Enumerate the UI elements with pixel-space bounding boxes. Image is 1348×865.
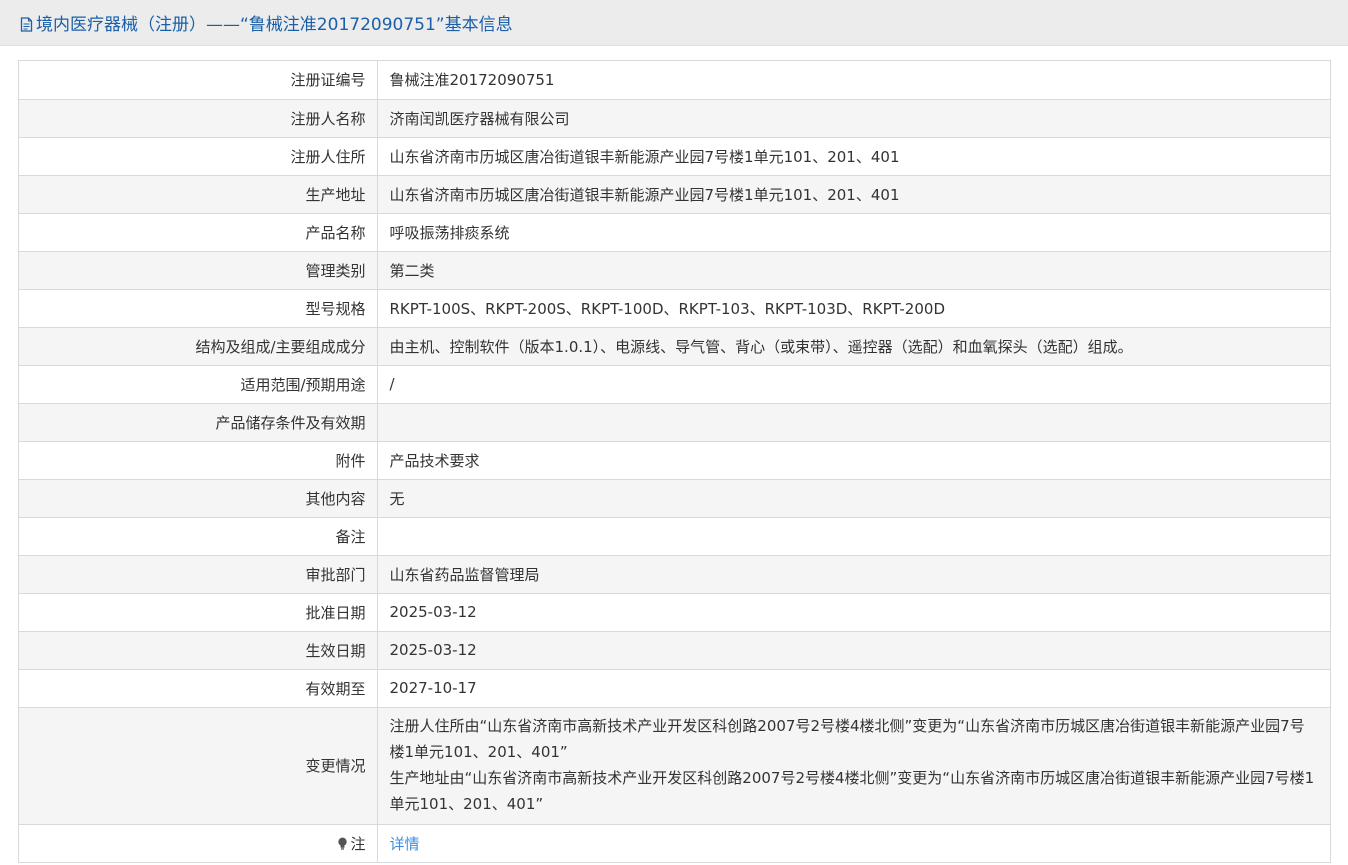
row-label: 产品名称 xyxy=(19,213,378,252)
table-row: 管理类别 第二类 xyxy=(19,251,1330,290)
info-panel: 注册证编号 鲁械注准20172090751 注册人名称 济南闰凯医疗器械有限公司 注… xyxy=(18,60,1331,863)
table-row: 其他内容无 xyxy=(19,479,1330,518)
table-row: 生产地址 山东省济南市历城区唐冶街道银丰新能源产业园7号楼1单元101、201、4… xyxy=(19,175,1330,214)
change-entry-production: 生产地址由“山东省济南市高新技术产业开发区科创路2007号2号楼4楼北侧”变更为… xyxy=(389,768,1315,813)
row-label: 生产地址 xyxy=(19,175,378,214)
note-label-text: 注 xyxy=(350,834,366,853)
row-label: 有效期至 xyxy=(19,669,378,708)
row-label: 型号规格 xyxy=(19,289,378,328)
change-history-label: 变更情况 xyxy=(19,707,378,825)
row-value: 由主机、控制软件（版本1.0.1）、电源线、导气管、背心（或束带）、遥控器（选配… xyxy=(377,327,1330,366)
row-value xyxy=(377,403,1330,442)
row-label: 生效日期 xyxy=(19,631,378,670)
table-row: 批准日期 2025-03-12 xyxy=(19,593,1330,632)
lightbulb-icon xyxy=(338,837,348,850)
row-label: 其他内容 xyxy=(19,479,378,518)
row-value: 2025-03-12 xyxy=(377,593,1330,632)
row-label: 审批部门 xyxy=(19,555,378,594)
change-history-row: 变更情况 注册人住所由“山东省济南市高新技术产业开发区科创路2007号2号楼4楼… xyxy=(19,707,1330,825)
table-row: 附件 产品技术要求 xyxy=(19,441,1330,480)
change-history-value: 注册人住所由“山东省济南市高新技术产业开发区科创路2007号2号楼4楼北侧”变更… xyxy=(377,707,1330,825)
table-row: 产品名称 呼吸振荡排痰系统 xyxy=(19,213,1330,252)
page-title-text: 境内医疗器械（注册）——“鲁械注准20172090751”基本信息 xyxy=(36,15,513,35)
table-row: 注册证编号 鲁械注准20172090751 xyxy=(19,61,1330,100)
info-table: 注册证编号 鲁械注准20172090751 注册人名称 济南闰凯医疗器械有限公司 注… xyxy=(19,61,1330,863)
row-value: 山东省济南市历城区唐冶街道银丰新能源产业园7号楼1单元101、201、401 xyxy=(377,175,1330,214)
row-value: / xyxy=(377,365,1330,404)
row-label: 批准日期 xyxy=(19,593,378,632)
row-value: 2027-10-17 xyxy=(377,669,1330,708)
table-row: 注册人名称 济南闰凯医疗器械有限公司 xyxy=(19,99,1330,138)
table-row: 生效日期 2025-03-12 xyxy=(19,631,1330,670)
row-value: 山东省济南市历城区唐冶街道银丰新能源产业园7号楼1单元101、201、401 xyxy=(377,137,1330,176)
page-header: 境内医疗器械（注册）——“鲁械注准20172090751”基本信息 xyxy=(0,0,1348,46)
row-label: 结构及组成/主要组成成分 xyxy=(19,327,378,366)
table-row: 适用范围/预期用途 / xyxy=(19,365,1330,404)
row-label: 附件 xyxy=(19,441,378,480)
table-row: 注册人住所 山东省济南市历城区唐冶街道银丰新能源产业园7号楼1单元101、201、… xyxy=(19,137,1330,176)
row-label: 产品储存条件及有效期 xyxy=(19,403,378,442)
table-row: 产品储存条件及有效期 xyxy=(19,403,1330,442)
row-label: 注册人住所 xyxy=(19,137,378,176)
table-row: 型号规格 RKPT-100S、RKPT-200S、RKPT-100D、RKPT-1… xyxy=(19,289,1330,328)
row-value: 鲁械注准20172090751 xyxy=(377,61,1330,100)
note-label: 注 xyxy=(19,824,378,863)
table-row: 有效期至 2027-10-17 xyxy=(19,669,1330,708)
row-label: 管理类别 xyxy=(19,251,378,290)
row-value: 第二类 xyxy=(377,251,1330,290)
table-row: 结构及组成/主要组成成分 由主机、控制软件（版本1.0.1）、电源线、导气管、背心… xyxy=(19,327,1330,366)
row-value: 济南闰凯医疗器械有限公司 xyxy=(377,99,1330,138)
page-title: 境内医疗器械（注册）——“鲁械注准20172090751”基本信息 xyxy=(20,10,513,35)
row-value: 产品技术要求 xyxy=(377,441,1330,480)
table-row: 审批部门 山东省药品监督管理局 xyxy=(19,555,1330,594)
row-label: 注册证编号 xyxy=(19,61,378,100)
row-value: 2025-03-12 xyxy=(377,631,1330,670)
row-value xyxy=(377,517,1330,556)
row-label: 备注 xyxy=(19,517,378,556)
row-label: 适用范围/预期用途 xyxy=(19,365,378,404)
row-value: 山东省药品监督管理局 xyxy=(377,555,1330,594)
row-value: 无 xyxy=(377,479,1330,518)
row-value: 呼吸振荡排痰系统 xyxy=(377,213,1330,252)
note-row: 注 详情 xyxy=(19,824,1330,863)
row-value: RKPT-100S、RKPT-200S、RKPT-100D、RKPT-103、R… xyxy=(377,289,1330,328)
details-link[interactable]: 详情 xyxy=(390,835,420,853)
note-value: 详情 xyxy=(377,824,1330,863)
table-row: 备注 xyxy=(19,517,1330,556)
change-entry-address: 注册人住所由“山东省济南市高新技术产业开发区科创路2007号2号楼4楼北侧”变更… xyxy=(389,716,1305,761)
row-label: 注册人名称 xyxy=(19,99,378,138)
document-icon xyxy=(20,17,33,32)
